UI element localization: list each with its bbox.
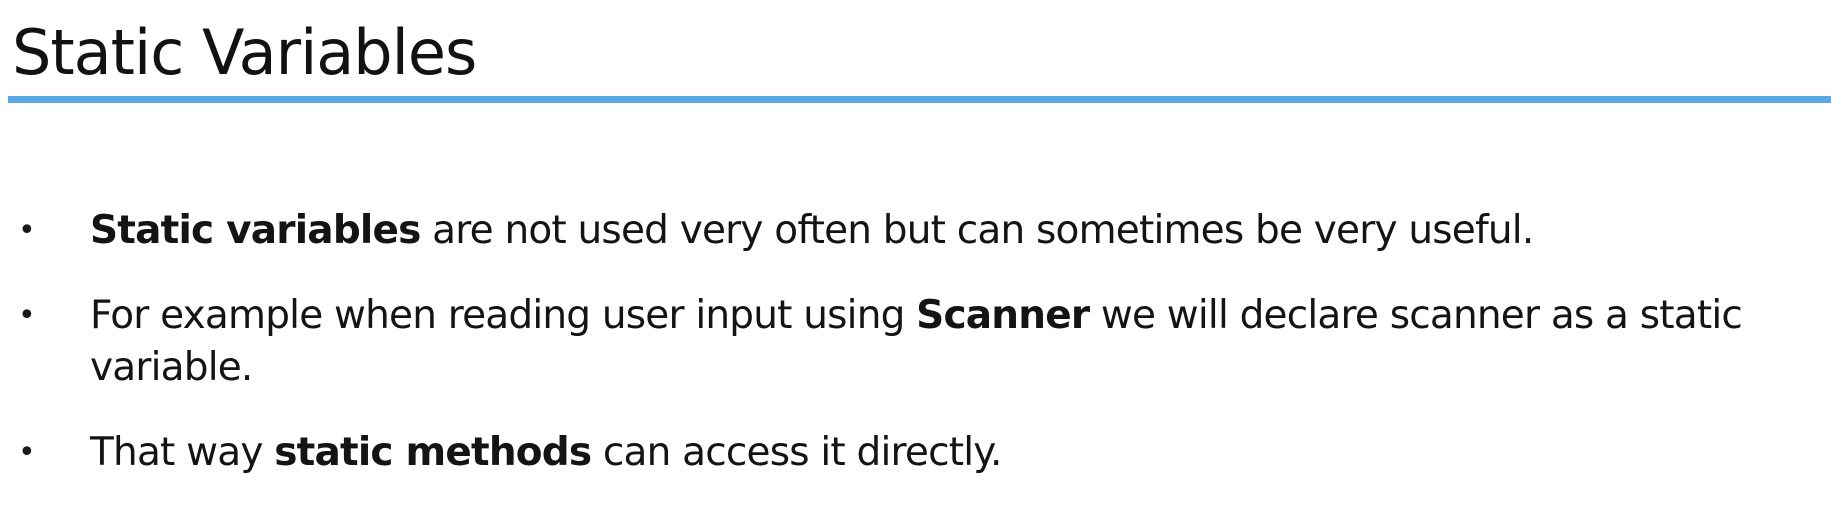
bullet-icon: • [18,213,36,248]
bullet-bold-term: Static variables [90,208,421,253]
title-underline [8,96,1831,103]
bullet-text-after: can access it directly. [591,430,1002,475]
slide: Static Variables • Static variables are … [0,0,1831,498]
bullet-bold-term: Scanner [916,293,1090,338]
bullet-text: Static variables are not used very often… [90,208,1534,253]
slide-title: Static Variables [12,16,477,89]
bullet-item: • For example when reading user input us… [0,290,1831,394]
bullet-text-before: That way [90,430,275,475]
bullet-text-before: For example when reading user input usin… [90,293,917,338]
bullet-bold-term: static methods [274,430,592,475]
bullet-icon: • [18,435,36,470]
bullet-text: For example when reading user input usin… [90,293,1743,390]
bullet-item: • That way static methods can access it … [0,427,1831,479]
bullet-item: • Static variables are not used very oft… [0,205,1831,257]
bullet-list: • Static variables are not used very oft… [0,205,1831,512]
bullet-icon: • [18,298,36,333]
bullet-text: That way static methods can access it di… [90,430,1002,475]
bullet-text-after: are not used very often but can sometime… [420,208,1534,253]
